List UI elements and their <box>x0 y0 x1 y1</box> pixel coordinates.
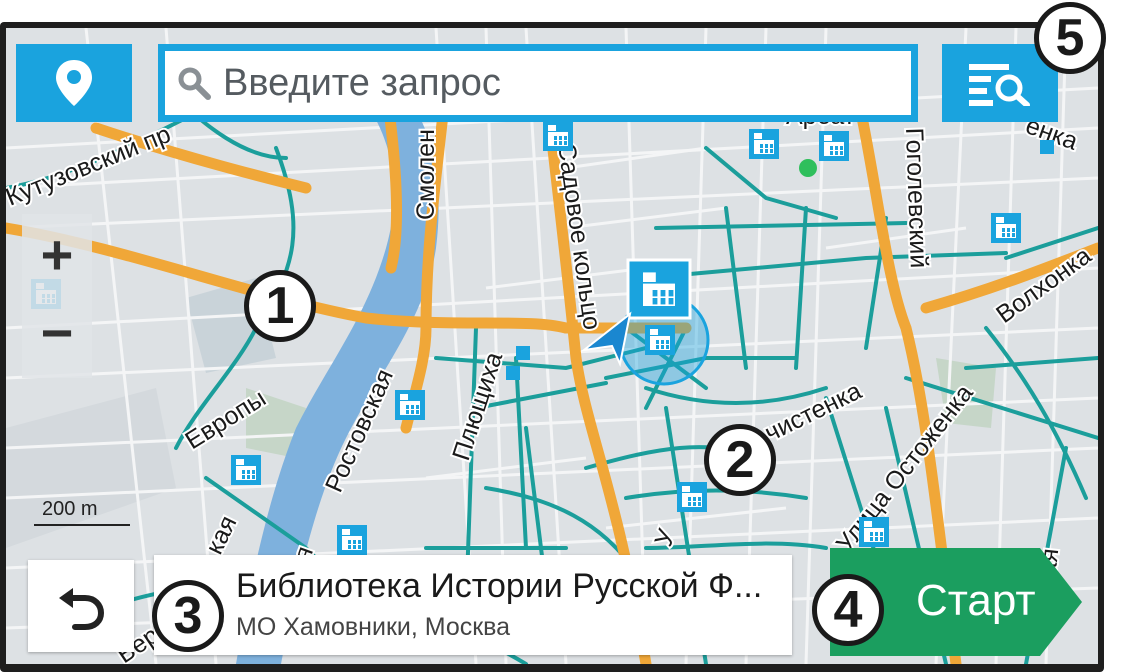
green-marker[interactable] <box>799 159 817 177</box>
callout-3: 3 <box>152 580 224 652</box>
zoom-in-button[interactable]: + <box>22 220 92 290</box>
search-icon <box>178 67 211 100</box>
scale-line <box>34 524 130 526</box>
search-input[interactable]: Введите запрос <box>165 51 911 115</box>
scale-label: 200 m <box>42 498 98 520</box>
street-label-gogolevsky: Гоголевский <box>900 127 933 268</box>
place-name: Библиотека Истории Русской Ф... <box>236 567 763 605</box>
start-label: Старт <box>916 576 1036 625</box>
building-poi-icon[interactable] <box>677 482 707 512</box>
callout-1: 1 <box>244 270 316 342</box>
building-poi-icon[interactable] <box>749 129 779 159</box>
location-pin-button[interactable] <box>16 44 132 122</box>
building-poi-icon[interactable] <box>395 390 425 420</box>
building-poi-icon[interactable] <box>337 525 367 555</box>
building-poi-icon[interactable] <box>231 455 261 485</box>
poi-small-marker[interactable] <box>516 346 530 360</box>
map-screen[interactable]: Кутузовский пр Смолен Садовое кольцо Плю… <box>6 28 1098 664</box>
back-arrow-icon <box>59 588 105 630</box>
back-button[interactable] <box>28 560 134 652</box>
map-scale-bar: 200 m <box>34 498 134 528</box>
place-address: МО Хамовники, Москва <box>236 613 511 641</box>
poi-small-marker[interactable] <box>506 366 520 380</box>
search-bar[interactable]: Введите запрос <box>158 44 918 122</box>
selected-location-marker[interactable] <box>626 258 692 320</box>
zoom-out-button[interactable]: − <box>22 298 92 368</box>
location-pin-icon <box>56 60 92 106</box>
zoom-control: + − <box>22 214 92 378</box>
callout-5: 5 <box>1034 2 1106 74</box>
callout-2: 2 <box>704 424 776 496</box>
device-frame: Кутузовский пр Смолен Садовое кольцо Плю… <box>0 22 1104 672</box>
poi-small-marker[interactable] <box>1040 140 1054 154</box>
street-label-smolenskaya: Смолен <box>412 129 440 220</box>
filter-list-search-icon <box>969 64 1030 106</box>
building-poi-icon[interactable] <box>819 131 849 161</box>
callout-4: 4 <box>812 574 884 646</box>
place-info-card[interactable]: Библиотека Истории Русской Ф... МО Хамов… <box>154 555 792 655</box>
search-placeholder: Введите запрос <box>223 61 501 104</box>
building-poi-icon[interactable] <box>991 213 1021 243</box>
building-poi-icon[interactable] <box>645 325 675 355</box>
building-poi-icon[interactable] <box>543 121 573 151</box>
building-poi-icon[interactable] <box>859 517 889 547</box>
